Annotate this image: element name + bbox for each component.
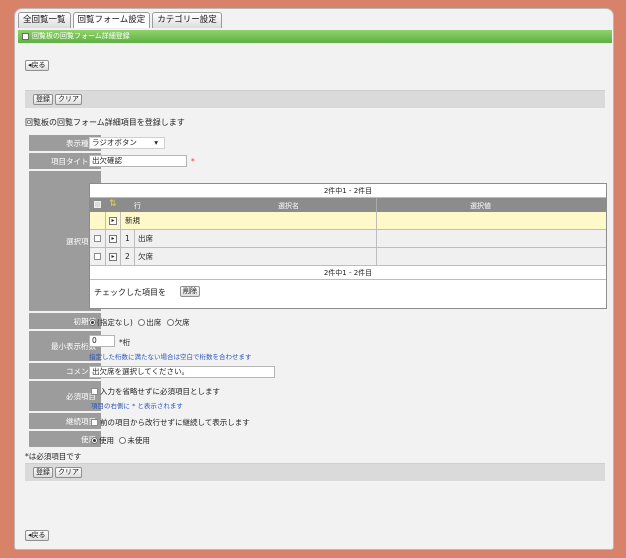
radio-unused[interactable]: 未使用: [119, 436, 150, 445]
col-name-header: 選択名: [278, 202, 299, 210]
register-button-bottom[interactable]: 登録: [33, 467, 53, 478]
continuous-text: 前の項目から改行せずに継続して表示します: [100, 418, 250, 427]
choices-table: 2件中1 - 2件目 ⇅ 行 選択名 選択値 ▸ 新規 ▸ 1 出席 ▸ 2 欠…: [89, 183, 607, 309]
radio-label: (指定なし): [97, 318, 133, 327]
required-footnote: *は必須項目です: [25, 452, 82, 461]
tab-category-settings[interactable]: カテゴリー設定: [152, 12, 222, 28]
required-hint: 項目の右側に * と表示されます: [91, 402, 183, 410]
tab-bar: 全回覧一覧 回覧フォーム設定 カテゴリー設定: [15, 12, 224, 28]
select-all-checkbox[interactable]: [94, 201, 101, 208]
new-label: 新規: [125, 216, 140, 225]
row-name: 欠席: [138, 252, 153, 261]
display-type-select[interactable]: ラジオボタン ▾: [89, 137, 165, 149]
page-icon: [22, 33, 29, 40]
row-checkbox[interactable]: [94, 253, 101, 260]
delete-button[interactable]: 削除: [180, 286, 200, 297]
required-checkbox[interactable]: 入力を省略せずに必須項目とします: [91, 386, 220, 397]
digits-unit: *桁: [119, 338, 131, 347]
divider: [376, 248, 377, 265]
checkbox-icon: [91, 419, 98, 426]
radio-icon: [166, 319, 174, 326]
radio-use[interactable]: 使用: [91, 436, 114, 445]
row-order: 1: [125, 234, 130, 243]
back-button-top[interactable]: ◂戻る: [25, 60, 49, 71]
radio-absent[interactable]: 欠席: [166, 318, 190, 327]
radio-present[interactable]: 出席: [138, 318, 161, 327]
radio-label: 未使用: [127, 436, 150, 445]
tab-all-circulars[interactable]: 全回覧一覧: [18, 12, 71, 28]
checkbox-icon: [91, 388, 98, 395]
table-row: ▸ 1 出席: [90, 230, 606, 248]
radio-label: 使用: [99, 436, 114, 445]
sort-icon[interactable]: ⇅: [109, 199, 117, 209]
usage-radio-group: 使用 未使用: [91, 435, 150, 446]
divider: [376, 198, 377, 212]
divider: [120, 248, 121, 265]
radio-icon: [91, 437, 98, 444]
radio-icon: [138, 319, 146, 326]
footer-text: チェックした項目を: [94, 288, 166, 297]
radio-icon: [119, 437, 127, 444]
radio-label: 欠席: [174, 318, 190, 327]
divider: [120, 212, 121, 229]
divider: [134, 230, 135, 247]
row-checkbox[interactable]: [94, 235, 101, 242]
divider: [105, 248, 106, 265]
chevron-down-icon: ▾: [154, 138, 158, 147]
row-order: 2: [125, 252, 130, 261]
table-row: ▸ 2 欠席: [90, 248, 606, 266]
play-icon[interactable]: ▸: [109, 216, 117, 225]
row-name: 出席: [138, 234, 153, 243]
clear-button-top[interactable]: クリア: [55, 94, 82, 105]
toolbar-bottom: 登録 クリア: [25, 463, 605, 481]
divider: [134, 248, 135, 265]
col-order-header: 行: [134, 202, 141, 210]
min-digits-hint: 指定した桁数に満たない場合は空白で桁数を合わせます: [89, 353, 252, 361]
table-row-new[interactable]: ▸ 新規: [90, 212, 606, 230]
continuous-checkbox[interactable]: 前の項目から改行せずに継続して表示します: [91, 417, 250, 428]
back-button-bottom[interactable]: ◂戻る: [25, 530, 49, 541]
choices-table-header: ⇅ 行 選択名 選択値: [90, 198, 606, 212]
display-type-value: ラジオボタン: [92, 138, 137, 147]
radio-label: 出席: [146, 318, 162, 327]
item-title-input[interactable]: 出欠確認: [89, 155, 187, 167]
form-description: 回覧板の回覧フォーム詳細項目を登録します: [25, 118, 185, 127]
required-text: 入力を省略せずに必須項目とします: [100, 387, 220, 396]
radio-none[interactable]: (指定なし): [89, 318, 133, 327]
initial-radio-group: (指定なし) 出席 欠席: [89, 317, 190, 328]
comment-input[interactable]: 出欠席を選択してください。: [89, 366, 275, 378]
radio-icon: [89, 319, 96, 326]
tab-form-settings[interactable]: 回覧フォーム設定: [72, 12, 151, 28]
clear-button-bottom[interactable]: クリア: [55, 467, 82, 478]
play-icon[interactable]: ▸: [109, 234, 117, 243]
col-value-header: 選択値: [470, 202, 491, 210]
register-button-top[interactable]: 登録: [33, 94, 53, 105]
toolbar-top: 登録 クリア: [25, 90, 605, 108]
divider: [376, 230, 377, 247]
choices-count-top: 2件中1 - 2件目: [90, 184, 606, 198]
page-subheader: 回覧板の回覧フォーム詳細登録: [18, 30, 612, 43]
divider: [376, 212, 377, 229]
main-frame: 全回覧一覧 回覧フォーム設定 カテゴリー設定 回覧板の回覧フォーム詳細登録 ◂戻…: [14, 8, 614, 550]
required-mark: *: [191, 157, 195, 166]
divider: [105, 230, 106, 247]
page-title: 回覧板の回覧フォーム詳細登録: [32, 32, 130, 40]
divider: [120, 230, 121, 247]
play-icon[interactable]: ▸: [109, 252, 117, 261]
divider: [105, 212, 106, 229]
min-digits-input[interactable]: 0: [89, 335, 115, 347]
choices-count-bottom: 2件中1 - 2件目: [90, 266, 606, 280]
